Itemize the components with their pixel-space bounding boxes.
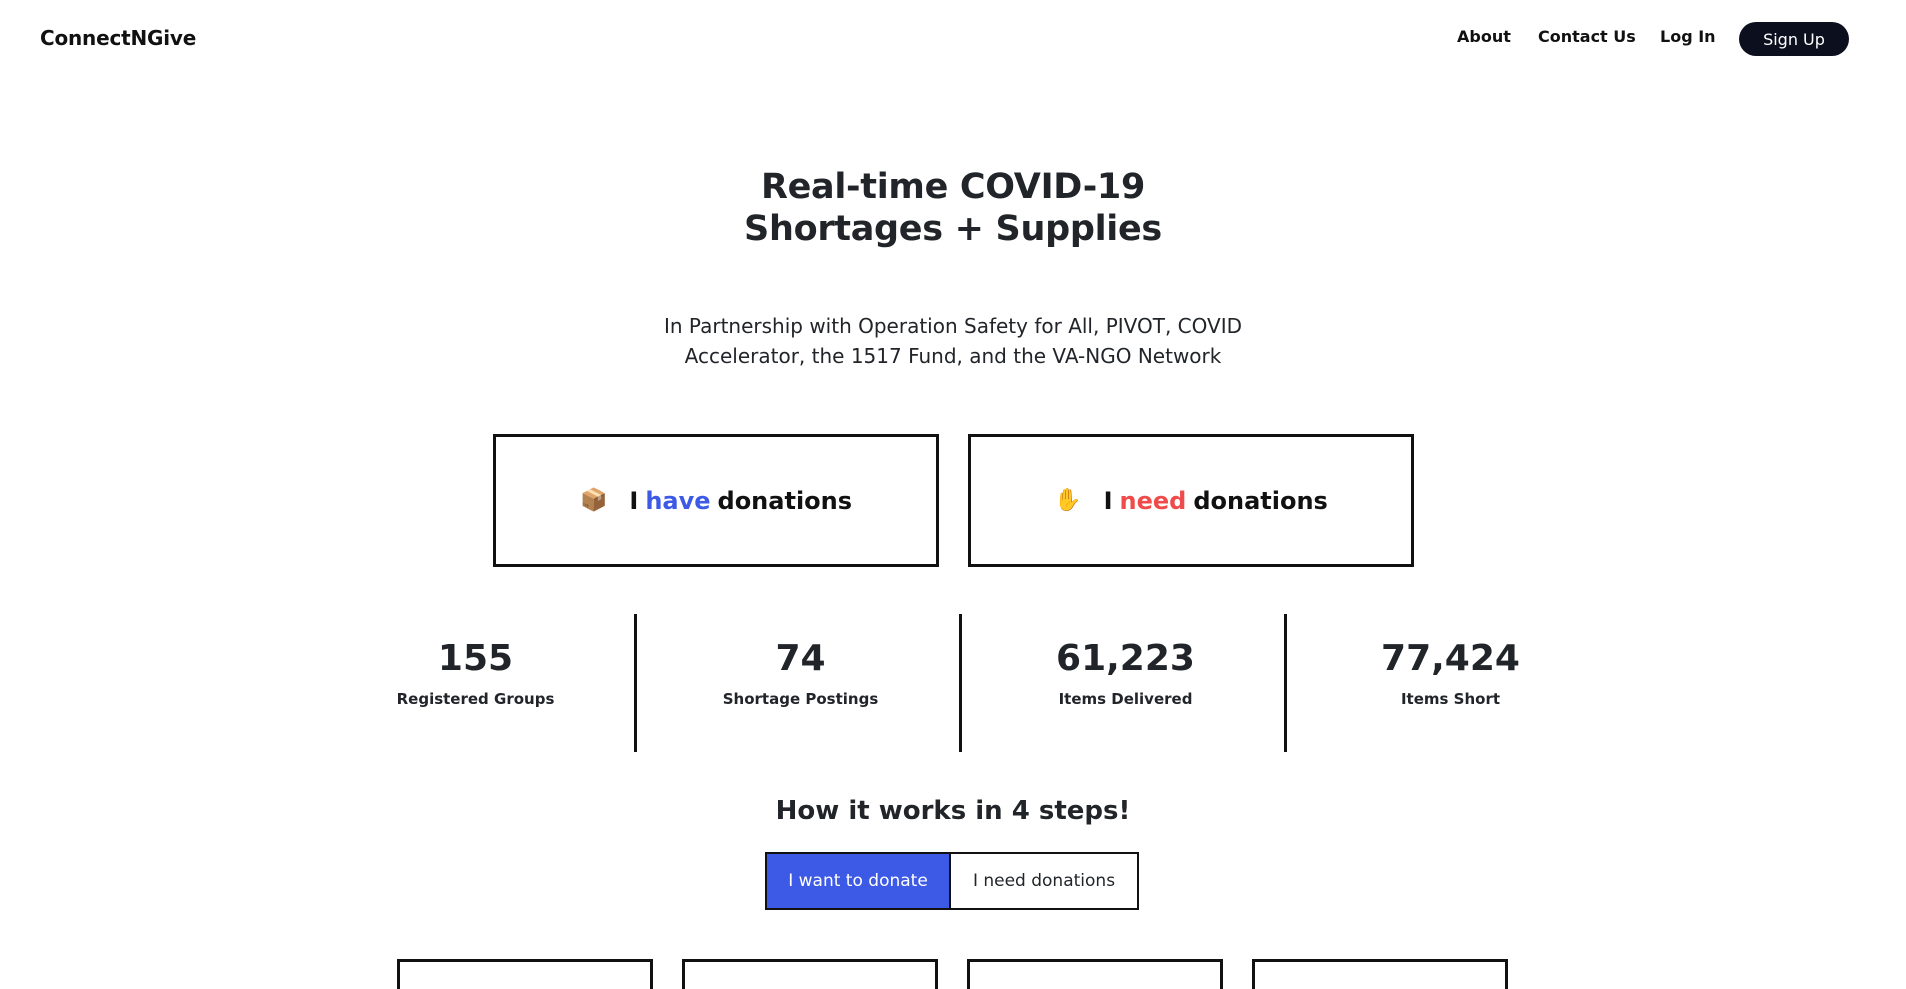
stat-items-short: 77,424 Items Short	[1288, 614, 1613, 752]
need-word-accent: need	[1119, 486, 1187, 515]
stat-registered-groups: 155 Registered Groups	[313, 614, 638, 752]
stat-items-delivered: 61,223 Items Delivered	[963, 614, 1288, 752]
hero-title-line2: Shortages + Supplies	[744, 209, 1162, 249]
have-donations-card[interactable]: 📦 Ihave donations	[493, 434, 939, 567]
role-toggle: I want to donate I need donations	[765, 852, 1139, 910]
stat-shortage-postings: 74 Shortage Postings	[638, 614, 963, 752]
hero-title-line1: Real-time COVID-19	[760, 167, 1146, 207]
stat-value: 61,223	[1056, 638, 1195, 679]
raised-hand-icon: ✋	[1054, 488, 1082, 513]
step-card	[967, 959, 1223, 989]
signup-button[interactable]: Sign Up	[1739, 22, 1849, 56]
step-card	[397, 959, 653, 989]
stat-label: Items Delivered	[1058, 690, 1193, 708]
stat-value: 74	[775, 638, 826, 679]
need-word-donations: donations	[1193, 486, 1328, 515]
nav-about-link[interactable]: About	[1457, 27, 1511, 46]
need-donations-card[interactable]: ✋ Ineed donations	[968, 434, 1414, 567]
stat-value: 155	[437, 638, 514, 679]
stat-label: Shortage Postings	[722, 690, 879, 708]
need-donations-label: Ineed donations	[1104, 487, 1328, 515]
have-word-accent: have	[645, 486, 711, 515]
need-donations-tab[interactable]: I need donations	[951, 852, 1139, 910]
top-navbar: ConnectNGive About Contact Us Log In Sig…	[0, 0, 1906, 77]
nav-login-link[interactable]: Log In	[1660, 27, 1716, 46]
partnership-line1: In Partnership with Operation Safety for…	[664, 314, 1242, 338]
have-word-donations: donations	[717, 486, 853, 515]
have-donations-label: Ihave donations	[629, 487, 852, 515]
stat-divider	[1284, 614, 1287, 752]
have-word-i: I	[629, 486, 639, 515]
want-to-donate-tab[interactable]: I want to donate	[765, 852, 951, 910]
stat-value: 77,424	[1381, 638, 1520, 679]
how-it-works-title: How it works in 4 steps!	[775, 796, 1131, 826]
stat-divider	[959, 614, 962, 752]
need-word-i: I	[1103, 486, 1113, 515]
stat-label: Registered Groups	[396, 690, 555, 708]
hero-title: Real-time COVID-19 Shortages + Supplies	[653, 166, 1253, 250]
nav-contact-link[interactable]: Contact Us	[1538, 27, 1636, 46]
brand-logo[interactable]: ConnectNGive	[40, 26, 196, 50]
stat-divider	[634, 614, 637, 752]
partnership-line2: Accelerator, the 1517 Fund, and the VA-N…	[684, 344, 1222, 368]
stats-section: 155 Registered Groups 74 Shortage Postin…	[0, 614, 1906, 752]
partnership-text: In Partnership with Operation Safety for…	[603, 311, 1303, 371]
package-icon: 📦	[579, 488, 608, 513]
step-card	[1252, 959, 1508, 989]
stat-label: Items Short	[1400, 690, 1501, 708]
step-card	[682, 959, 938, 989]
